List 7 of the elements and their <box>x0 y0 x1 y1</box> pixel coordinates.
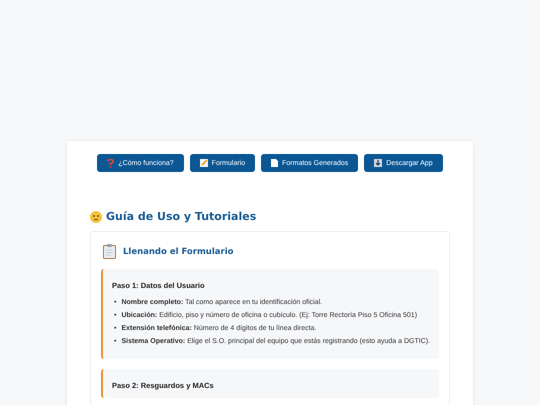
section-heading: Guía de Uso y Tutoriales <box>106 210 256 223</box>
document-icon <box>271 159 278 167</box>
memo-icon <box>200 159 208 167</box>
clipboard-icon <box>103 244 116 259</box>
subsection-heading: Llenando el Formulario <box>123 246 234 256</box>
download-arrow-icon <box>374 159 382 167</box>
question-mark-icon <box>107 158 114 168</box>
